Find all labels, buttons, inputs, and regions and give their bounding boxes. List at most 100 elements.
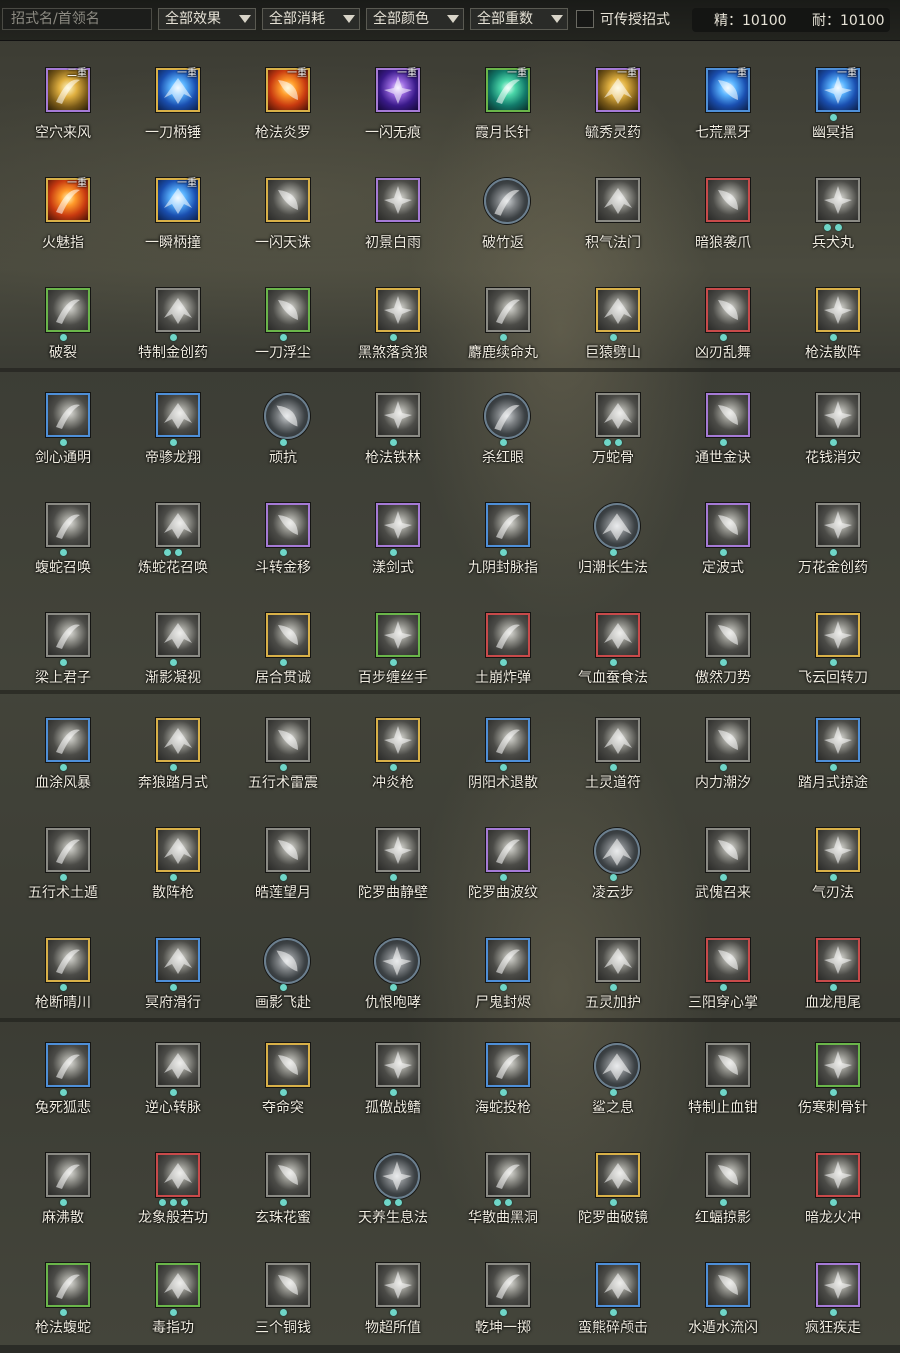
color-filter-dropdown[interactable]: 全部颜色 bbox=[366, 8, 464, 30]
skill-icon[interactable]: 二重 bbox=[46, 68, 90, 112]
skill-card[interactable]: 鲨之息 bbox=[558, 1023, 668, 1133]
skill-card[interactable]: 蝮蛇召唤 bbox=[8, 483, 118, 593]
skill-icon[interactable] bbox=[264, 938, 310, 984]
skill-card[interactable]: 逆心转脉 bbox=[118, 1023, 228, 1133]
skill-icon[interactable] bbox=[816, 178, 860, 222]
skill-card[interactable]: 枪法散阵 bbox=[778, 268, 888, 378]
skill-icon[interactable] bbox=[706, 393, 750, 437]
skill-icon[interactable] bbox=[156, 718, 200, 762]
skill-icon[interactable] bbox=[486, 1263, 530, 1307]
skill-icon[interactable] bbox=[376, 1043, 420, 1087]
skill-card[interactable]: 三阳穿心掌 bbox=[668, 918, 778, 1028]
skill-card[interactable]: 破裂 bbox=[8, 268, 118, 378]
skill-card[interactable]: 孤傲战鳍 bbox=[338, 1023, 448, 1133]
skill-card[interactable]: 疯狂疾走 bbox=[778, 1243, 888, 1353]
skill-card[interactable]: 一重 火魅指 bbox=[8, 158, 118, 268]
skill-card[interactable]: 漾剑式 bbox=[338, 483, 448, 593]
skill-icon[interactable] bbox=[816, 718, 860, 762]
skill-card[interactable]: 暗狼袭爪 bbox=[668, 158, 778, 268]
skill-card[interactable]: 五行术土遁 bbox=[8, 808, 118, 918]
skill-card[interactable]: 陀罗曲波纹 bbox=[448, 808, 558, 918]
skill-card[interactable]: 血龙甩尾 bbox=[778, 918, 888, 1028]
skill-card[interactable]: 斗转金移 bbox=[228, 483, 338, 593]
skill-card[interactable]: 毒指功 bbox=[118, 1243, 228, 1353]
skill-card[interactable]: 玄珠花蜜 bbox=[228, 1133, 338, 1243]
skill-icon[interactable] bbox=[376, 828, 420, 872]
skill-icon[interactable] bbox=[266, 613, 310, 657]
effect-filter-dropdown[interactable]: 全部效果 bbox=[158, 8, 256, 30]
skill-card[interactable]: 三个铜钱 bbox=[228, 1243, 338, 1353]
skill-icon[interactable] bbox=[816, 1153, 860, 1197]
skill-icon[interactable] bbox=[706, 503, 750, 547]
skill-card[interactable]: 梁上君子 bbox=[8, 593, 118, 703]
skill-card[interactable]: 血涂风暴 bbox=[8, 698, 118, 808]
skill-icon[interactable] bbox=[816, 288, 860, 332]
skill-card[interactable]: 一重 幽冥指 bbox=[778, 48, 888, 158]
skill-card[interactable]: 二重 空穴来风 bbox=[8, 48, 118, 158]
skill-icon[interactable] bbox=[486, 288, 530, 332]
skill-icon[interactable] bbox=[156, 938, 200, 982]
skill-icon[interactable] bbox=[46, 613, 90, 657]
skill-card[interactable]: 一重 毓秀灵药 bbox=[558, 48, 668, 158]
skill-icon[interactable] bbox=[156, 503, 200, 547]
skill-icon[interactable] bbox=[596, 288, 640, 332]
skill-card[interactable]: 一重 枪法炎罗 bbox=[228, 48, 338, 158]
search-input[interactable]: 招式名/首领名 bbox=[2, 8, 152, 30]
skill-card[interactable]: 帝骖龙翔 bbox=[118, 373, 228, 483]
skill-icon[interactable] bbox=[484, 393, 530, 439]
skill-card[interactable]: 麻沸散 bbox=[8, 1133, 118, 1243]
skill-card[interactable]: 凌云步 bbox=[558, 808, 668, 918]
skill-card[interactable]: 红蝠掠影 bbox=[668, 1133, 778, 1243]
transferable-checkbox[interactable] bbox=[576, 10, 594, 28]
skill-card[interactable]: 万花金创药 bbox=[778, 483, 888, 593]
skill-card[interactable]: 特制金创药 bbox=[118, 268, 228, 378]
skill-icon[interactable] bbox=[706, 178, 750, 222]
skill-icon[interactable] bbox=[156, 1153, 200, 1197]
skill-card[interactable]: 百步缠丝手 bbox=[338, 593, 448, 703]
skill-card[interactable]: 巨猿劈山 bbox=[558, 268, 668, 378]
skill-icon[interactable] bbox=[376, 503, 420, 547]
skill-icon[interactable] bbox=[156, 613, 200, 657]
skill-card[interactable]: 枪法铁林 bbox=[338, 373, 448, 483]
skill-card[interactable]: 尸鬼封烬 bbox=[448, 918, 558, 1028]
skill-card[interactable]: 土崩炸弹 bbox=[448, 593, 558, 703]
skill-card[interactable]: 土灵道符 bbox=[558, 698, 668, 808]
skill-card[interactable]: 九阴封脉指 bbox=[448, 483, 558, 593]
skill-card[interactable]: 五灵加护 bbox=[558, 918, 668, 1028]
skill-icon[interactable] bbox=[156, 288, 200, 332]
skill-icon[interactable] bbox=[266, 288, 310, 332]
skill-card[interactable]: 气刃法 bbox=[778, 808, 888, 918]
skill-icon[interactable] bbox=[264, 393, 310, 439]
skill-icon[interactable] bbox=[156, 828, 200, 872]
skill-card[interactable]: 散阵枪 bbox=[118, 808, 228, 918]
skill-icon[interactable] bbox=[266, 178, 310, 222]
skill-card[interactable]: 物超所值 bbox=[338, 1243, 448, 1353]
skill-icon[interactable] bbox=[374, 938, 420, 984]
skill-icon[interactable]: 一重 bbox=[596, 68, 640, 112]
skill-card[interactable]: 一刀浮尘 bbox=[228, 268, 338, 378]
skill-icon[interactable]: 一重 bbox=[486, 68, 530, 112]
skill-icon[interactable] bbox=[266, 1263, 310, 1307]
skill-icon[interactable] bbox=[706, 613, 750, 657]
skill-icon[interactable] bbox=[486, 1153, 530, 1197]
skill-icon[interactable] bbox=[816, 938, 860, 982]
skill-icon[interactable] bbox=[706, 1153, 750, 1197]
skill-card[interactable]: 特制止血钳 bbox=[668, 1023, 778, 1133]
skill-icon[interactable] bbox=[706, 828, 750, 872]
skill-icon[interactable] bbox=[816, 1263, 860, 1307]
skill-icon[interactable] bbox=[596, 178, 640, 222]
skill-card[interactable]: 顽抗 bbox=[228, 373, 338, 483]
skill-icon[interactable] bbox=[486, 828, 530, 872]
skill-card[interactable]: 水遁水流闪 bbox=[668, 1243, 778, 1353]
skill-card[interactable]: 麝鹿续命丸 bbox=[448, 268, 558, 378]
skill-icon[interactable] bbox=[46, 503, 90, 547]
skill-icon[interactable] bbox=[816, 393, 860, 437]
skill-card[interactable]: 伤寒刺骨针 bbox=[778, 1023, 888, 1133]
skill-card[interactable]: 通世金诀 bbox=[668, 373, 778, 483]
skill-icon[interactable] bbox=[46, 1043, 90, 1087]
skill-icon[interactable] bbox=[46, 828, 90, 872]
skill-icon[interactable] bbox=[374, 1153, 420, 1199]
skill-card[interactable]: 杀红眼 bbox=[448, 373, 558, 483]
skill-icon[interactable] bbox=[706, 1263, 750, 1307]
skill-card[interactable]: 飞云回转刀 bbox=[778, 593, 888, 703]
